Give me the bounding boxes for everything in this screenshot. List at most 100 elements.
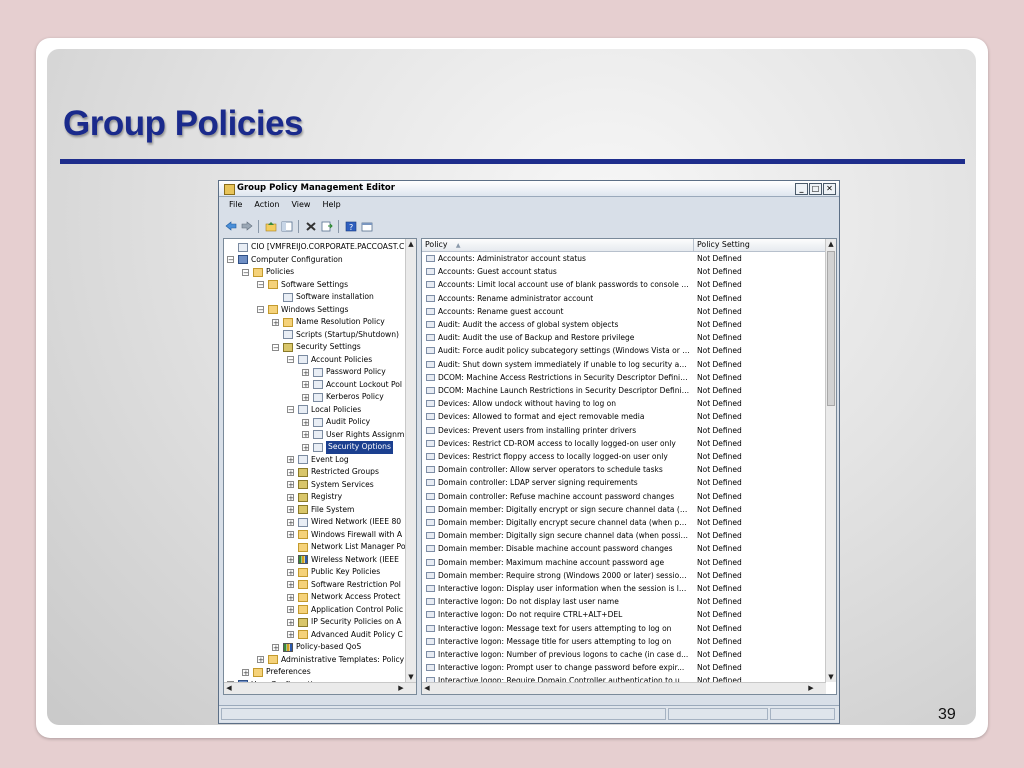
menu-help[interactable]: Help [322, 198, 340, 212]
table-row[interactable]: DCOM: Machine Launch Restrictions in Sec… [422, 384, 826, 397]
table-row[interactable]: Domain controller: Allow server operator… [422, 463, 826, 476]
collapse-icon[interactable]: − [287, 406, 294, 414]
tree-item[interactable]: + System Services [287, 479, 374, 492]
tree-item[interactable]: + Preferences [242, 666, 311, 679]
expand-icon[interactable]: + [287, 606, 294, 614]
expand-icon[interactable]: + [287, 531, 294, 539]
expand-icon[interactable]: + [287, 618, 294, 626]
tree-item[interactable]: + Audit Policy [302, 416, 370, 429]
table-row[interactable]: Interactive logon: Do not require CTRL+A… [422, 608, 826, 621]
table-row[interactable]: Domain member: Digitally encrypt secure … [422, 516, 826, 529]
tree-item[interactable]: + Windows Firewall with A [287, 529, 402, 542]
tree-item[interactable]: + Policy-based QoS [272, 641, 361, 654]
tree-item[interactable]: − Security Settings [272, 341, 361, 354]
close-button[interactable]: ✕ [823, 183, 836, 195]
tree-item[interactable]: + Name Resolution Policy [272, 316, 385, 329]
tree-item[interactable]: + Administrative Templates: Policy [257, 654, 404, 667]
expand-icon[interactable]: + [272, 318, 279, 326]
table-row[interactable]: Accounts: Guest account status Not Define… [422, 265, 826, 278]
tree-item[interactable]: − Windows Settings [257, 304, 348, 317]
expand-icon[interactable]: + [302, 393, 309, 401]
expand-icon[interactable]: + [302, 418, 309, 426]
scroll-down-arrow-icon[interactable]: ▼ [406, 672, 416, 682]
expand-icon[interactable]: + [287, 456, 294, 464]
help-icon[interactable]: ? [344, 220, 357, 233]
table-row[interactable]: Domain member: Digitally sign secure cha… [422, 529, 826, 542]
expand-icon[interactable]: + [287, 481, 294, 489]
table-row[interactable]: Devices: Restrict CD-ROM access to local… [422, 437, 826, 450]
scroll-right-arrow-icon[interactable]: ▶ [396, 683, 406, 693]
minimize-button[interactable]: _ [795, 183, 808, 195]
scroll-thumb[interactable] [827, 251, 835, 406]
expand-icon[interactable]: + [287, 518, 294, 526]
export-list-icon[interactable] [320, 220, 333, 233]
expand-icon[interactable]: + [257, 656, 264, 664]
expand-icon[interactable]: + [302, 368, 309, 376]
tree-item[interactable]: − Local Policies [287, 404, 361, 417]
table-row[interactable]: Domain member: Disable machine account p… [422, 542, 826, 555]
tree-item[interactable]: + Kerberos Policy [302, 391, 384, 404]
table-row[interactable]: Audit: Audit the access of global system… [422, 318, 826, 331]
table-row[interactable]: Audit: Shut down system immediately if u… [422, 358, 826, 371]
tree-item[interactable]: + Public Key Policies [287, 566, 380, 579]
tree-item[interactable]: CIO [VMFREIJO.CORPORATE.PACCOAST.C [227, 241, 404, 254]
table-row[interactable]: Interactive logon: Message title for use… [422, 635, 826, 648]
console-tree[interactable]: CIO [VMFREIJO.CORPORATE.PACCOAST.C − Compu… [223, 238, 417, 695]
table-row[interactable]: Domain controller: LDAP server signing r… [422, 476, 826, 489]
table-row[interactable]: Audit: Force audit policy subcategory se… [422, 344, 826, 357]
expand-icon[interactable]: + [287, 593, 294, 601]
collapse-icon[interactable]: − [287, 356, 294, 364]
table-row[interactable]: DCOM: Machine Access Restrictions in Sec… [422, 371, 826, 384]
tree-item[interactable]: + Security Options [302, 441, 393, 454]
table-row[interactable]: Accounts: Limit local account use of bla… [422, 278, 826, 291]
tree-item[interactable]: Network List Manager Po [287, 541, 405, 554]
tree-item[interactable]: + Network Access Protect [287, 591, 400, 604]
tree-item[interactable]: + Event Log [287, 454, 349, 467]
up-folder-icon[interactable] [264, 220, 277, 233]
tree-item[interactable]: + Application Control Polic [287, 604, 403, 617]
collapse-icon[interactable]: − [257, 281, 264, 289]
table-row[interactable]: Devices: Restrict floppy access to local… [422, 450, 826, 463]
table-row[interactable]: Accounts: Rename administrator account No… [422, 292, 826, 305]
scroll-up-arrow-icon[interactable]: ▲ [406, 239, 416, 249]
tree-item[interactable]: + IP Security Policies on A [287, 616, 401, 629]
tree-item[interactable]: + Restricted Groups [287, 466, 379, 479]
table-row[interactable]: Audit: Audit the use of Backup and Resto… [422, 331, 826, 344]
tree-vertical-scrollbar[interactable]: ▲ ▼ [405, 239, 416, 682]
table-row[interactable]: Domain controller: Refuse machine accoun… [422, 490, 826, 503]
expand-icon[interactable]: + [287, 631, 294, 639]
tree-item[interactable]: + User Rights Assignm [302, 429, 404, 442]
expand-icon[interactable]: + [287, 568, 294, 576]
table-row[interactable]: Domain member: Require strong (Windows 2… [422, 569, 826, 582]
expand-icon[interactable]: + [302, 431, 309, 439]
tree-item[interactable]: + Registry [287, 491, 342, 504]
tree-item[interactable]: + Wired Network (IEEE 80 [287, 516, 401, 529]
table-row[interactable]: Accounts: Rename guest account Not Define… [422, 305, 826, 318]
table-row[interactable]: Interactive logon: Message text for user… [422, 622, 826, 635]
scroll-down-arrow-icon[interactable]: ▼ [826, 672, 836, 682]
list-horizontal-scrollbar[interactable]: ◀ ▶ [422, 682, 826, 694]
delete-icon[interactable] [304, 220, 317, 233]
scroll-left-arrow-icon[interactable]: ◀ [224, 683, 234, 693]
table-row[interactable]: Interactive logon: Prompt user to change… [422, 661, 826, 674]
expand-icon[interactable]: + [242, 668, 249, 676]
tree-item[interactable]: + Password Policy [302, 366, 386, 379]
tree-item[interactable]: Scripts (Startup/Shutdown) [272, 329, 399, 342]
collapse-icon[interactable]: − [257, 306, 264, 314]
tree-item[interactable]: + File System [287, 504, 354, 517]
table-row[interactable]: Devices: Prevent users from installing p… [422, 424, 826, 437]
expand-icon[interactable]: + [287, 493, 294, 501]
tree-item[interactable]: − Account Policies [287, 354, 372, 367]
collapse-icon[interactable]: − [227, 256, 234, 264]
tree-item[interactable]: − Software Settings [257, 279, 348, 292]
column-header-setting[interactable]: Policy Setting [697, 239, 750, 251]
window-titlebar[interactable]: Group Policy Management Editor _ □ ✕ [219, 181, 839, 197]
tree-item[interactable]: + Advanced Audit Policy C [287, 629, 403, 642]
menu-view[interactable]: View [291, 198, 310, 212]
expand-icon[interactable]: + [302, 443, 309, 451]
table-row[interactable]: Interactive logon: Number of previous lo… [422, 648, 826, 661]
policy-list[interactable]: Policy ▲ Policy Setting Accounts: Admini… [421, 238, 837, 695]
tree-item[interactable]: + Wireless Network (IEEE [287, 554, 399, 567]
properties-icon[interactable] [360, 220, 373, 233]
back-arrow-icon[interactable] [224, 220, 237, 233]
